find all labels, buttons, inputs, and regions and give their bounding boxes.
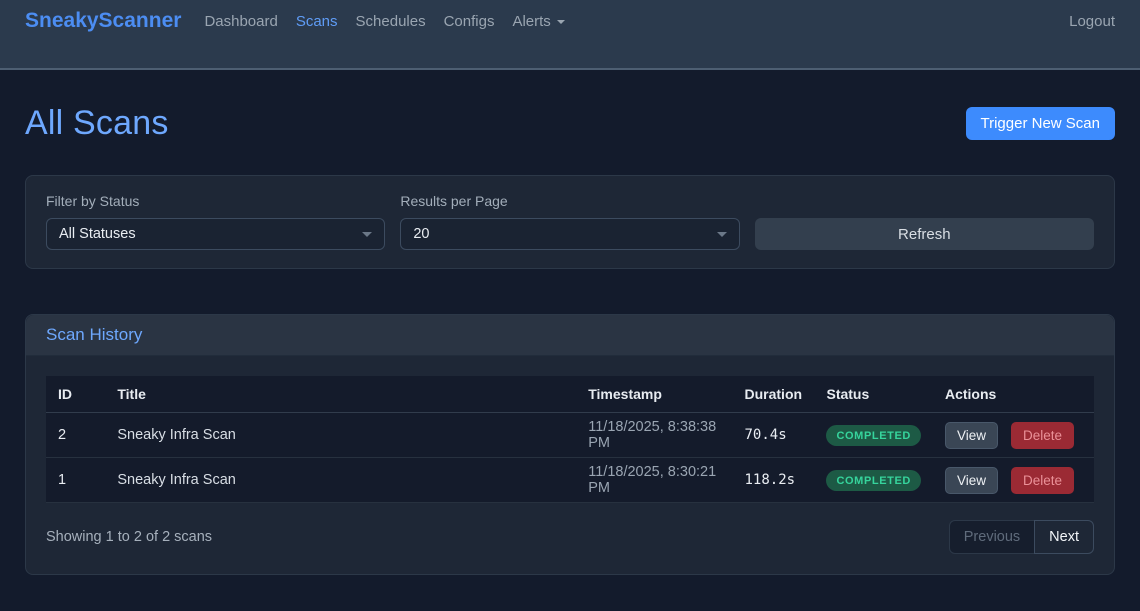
column-header-status: Status bbox=[814, 376, 932, 413]
nav-item-alerts[interactable]: Alerts bbox=[503, 13, 573, 30]
page-container: All Scans Trigger New Scan Filter by Sta… bbox=[0, 103, 1140, 575]
scan-actions-cell: View Delete bbox=[933, 413, 1094, 458]
previous-page-button[interactable]: Previous bbox=[949, 520, 1035, 554]
column-header-actions: Actions bbox=[933, 376, 1094, 413]
column-header-id: ID bbox=[46, 376, 105, 413]
page-header: All Scans Trigger New Scan bbox=[25, 103, 1115, 144]
scan-timestamp-cell: 11/18/2025, 8:38:38 PM bbox=[576, 413, 732, 458]
nav-item-label: Scans bbox=[296, 13, 338, 30]
navbar-inner: SneakyScanner Dashboard Scans Schedules … bbox=[25, 0, 1115, 42]
column-header-duration: Duration bbox=[733, 376, 815, 413]
table-header-row: ID Title Timestamp Duration Status Actio… bbox=[46, 376, 1094, 413]
nav-item-label: Alerts bbox=[512, 13, 550, 30]
status-filter-label: Filter by Status bbox=[46, 193, 385, 209]
navbar: SneakyScanner Dashboard Scans Schedules … bbox=[0, 0, 1140, 70]
view-button[interactable]: View bbox=[945, 467, 998, 494]
status-select-wrap: All Statuses bbox=[46, 218, 385, 250]
scan-actions-cell: View Delete bbox=[933, 458, 1094, 503]
nav-item-label: Schedules bbox=[356, 13, 426, 30]
trigger-new-scan-button[interactable]: Trigger New Scan bbox=[966, 107, 1116, 140]
scan-id-cell: 1 bbox=[46, 458, 105, 503]
delete-button[interactable]: Delete bbox=[1011, 467, 1074, 494]
scan-history-card: Scan History ID Title Timestamp Duration… bbox=[25, 314, 1115, 575]
scan-status-cell: COMPLETED bbox=[814, 413, 932, 458]
refresh-column: Refresh bbox=[755, 193, 1094, 250]
results-summary: Showing 1 to 2 of 2 scans bbox=[46, 529, 212, 545]
refresh-button[interactable]: Refresh bbox=[755, 218, 1094, 250]
scan-timestamp-cell: 11/18/2025, 8:30:21 PM bbox=[576, 458, 732, 503]
column-header-timestamp: Timestamp bbox=[576, 376, 732, 413]
nav-item-schedules[interactable]: Schedules bbox=[347, 13, 435, 30]
scan-title-cell: Sneaky Infra Scan bbox=[105, 413, 576, 458]
table-row: 2 Sneaky Infra Scan 11/18/2025, 8:38:38 … bbox=[46, 413, 1094, 458]
scan-title-cell: Sneaky Infra Scan bbox=[105, 458, 576, 503]
table-row: 1 Sneaky Infra Scan 11/18/2025, 8:30:21 … bbox=[46, 458, 1094, 503]
page-title: All Scans bbox=[25, 104, 169, 143]
scan-history-card-title: Scan History bbox=[26, 315, 1114, 356]
delete-button[interactable]: Delete bbox=[1011, 422, 1074, 449]
status-badge: COMPLETED bbox=[826, 425, 920, 446]
nav-item-label: Configs bbox=[444, 13, 495, 30]
scan-history-table-body: 2 Sneaky Infra Scan 11/18/2025, 8:38:38 … bbox=[46, 413, 1094, 503]
pagination: Previous Next bbox=[949, 520, 1094, 554]
nav-item-scans[interactable]: Scans bbox=[287, 13, 347, 30]
scan-duration-cell: 118.2s bbox=[733, 458, 815, 503]
view-button[interactable]: View bbox=[945, 422, 998, 449]
scan-duration-cell: 70.4s bbox=[733, 413, 815, 458]
per-page-select-wrap: 20 bbox=[400, 218, 739, 250]
filter-status-column: Filter by Status All Statuses bbox=[46, 193, 385, 250]
status-badge: COMPLETED bbox=[826, 470, 920, 491]
scan-status-cell: COMPLETED bbox=[814, 458, 932, 503]
nav-links: Dashboard Scans Schedules Configs Alerts bbox=[195, 13, 573, 30]
column-header-title: Title bbox=[105, 376, 576, 413]
next-page-button[interactable]: Next bbox=[1034, 520, 1094, 554]
scan-id-cell: 2 bbox=[46, 413, 105, 458]
per-page-label: Results per Page bbox=[400, 193, 739, 209]
filter-card: Filter by Status All Statuses Results pe… bbox=[25, 175, 1115, 269]
logout-link[interactable]: Logout bbox=[1069, 13, 1115, 30]
per-page-column: Results per Page 20 bbox=[400, 193, 739, 250]
nav-item-configs[interactable]: Configs bbox=[435, 13, 504, 30]
scan-history-table: ID Title Timestamp Duration Status Actio… bbox=[46, 376, 1094, 503]
chevron-down-icon bbox=[557, 20, 565, 24]
scan-history-card-body: ID Title Timestamp Duration Status Actio… bbox=[26, 356, 1114, 574]
table-footer: Showing 1 to 2 of 2 scans Previous Next bbox=[46, 520, 1094, 554]
nav-item-label: Dashboard bbox=[204, 13, 277, 30]
status-filter-select[interactable]: All Statuses bbox=[46, 218, 385, 250]
per-page-select[interactable]: 20 bbox=[400, 218, 739, 250]
nav-item-dashboard[interactable]: Dashboard bbox=[195, 13, 286, 30]
brand-logo[interactable]: SneakyScanner bbox=[25, 9, 181, 33]
